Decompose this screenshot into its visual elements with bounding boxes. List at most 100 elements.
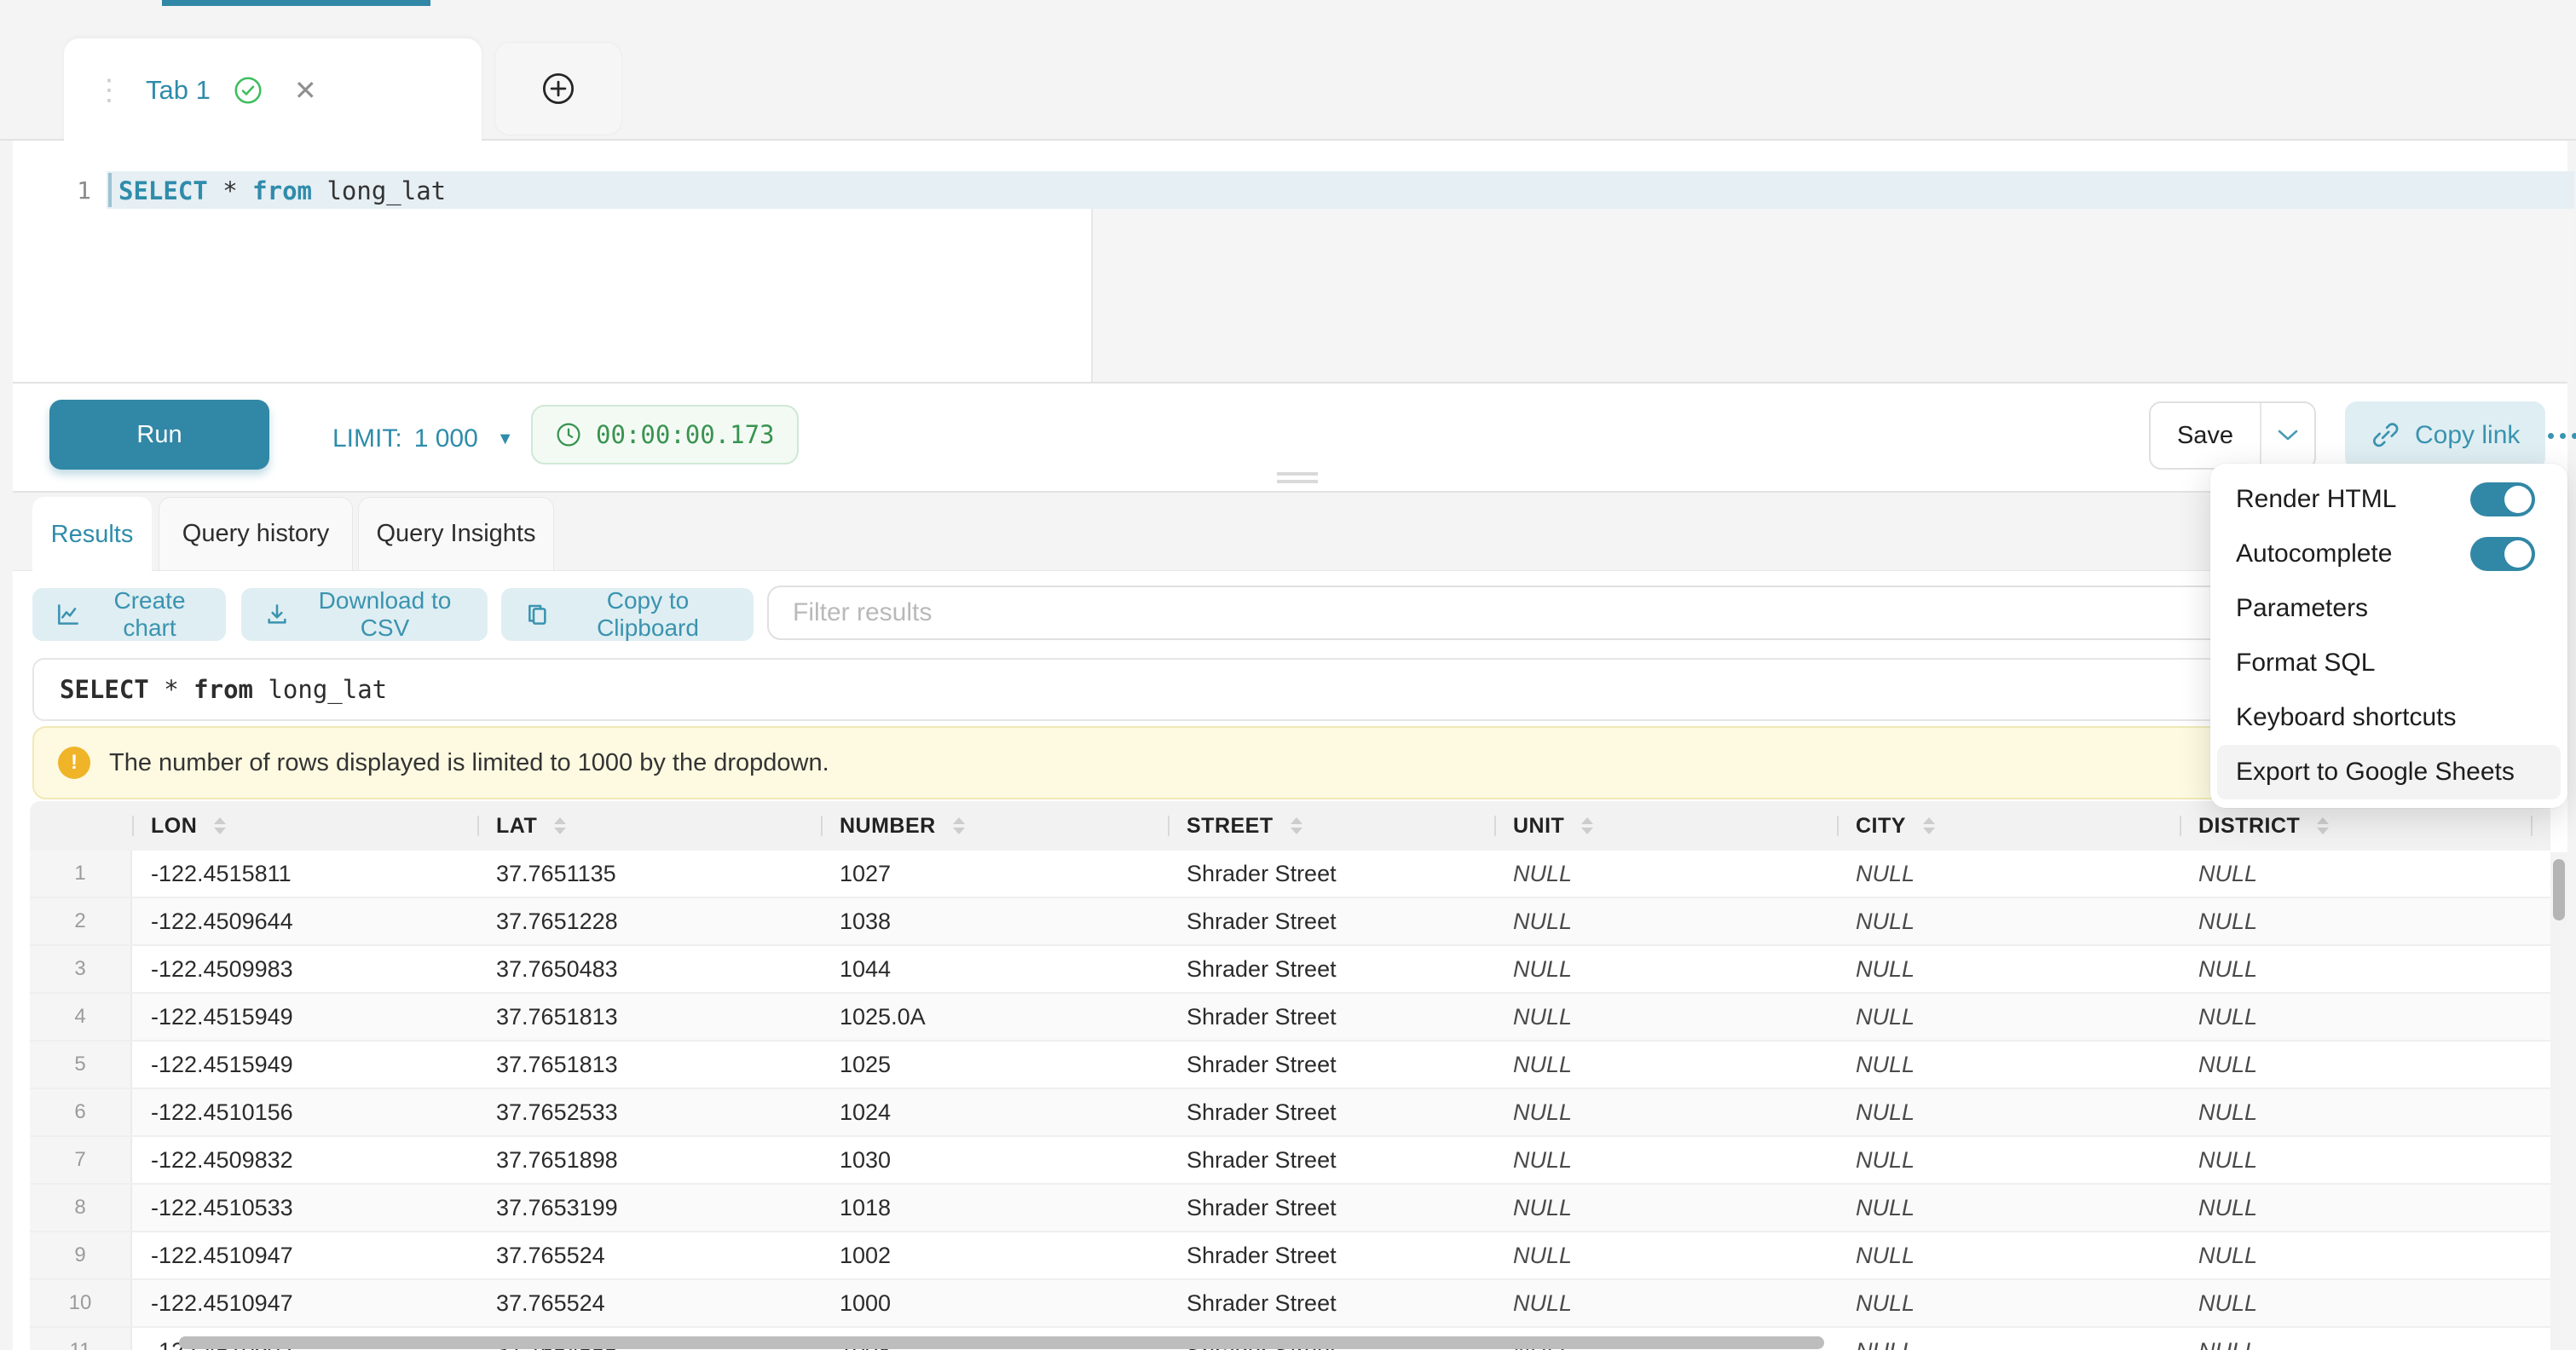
- create-chart-button[interactable]: Create chart: [32, 588, 226, 641]
- menu-item-render-html[interactable]: Render HTML: [2217, 472, 2561, 527]
- horizontal-scrollbar-thumb[interactable]: [179, 1336, 1824, 1349]
- sort-icon[interactable]: [214, 817, 226, 834]
- clock-icon: [555, 421, 582, 448]
- table-cell: Shrader Street: [1168, 1185, 1494, 1231]
- plus-circle-icon: [540, 71, 576, 107]
- table-cell: NULL: [2180, 994, 2531, 1040]
- render-html-toggle[interactable]: [2470, 482, 2535, 516]
- column-label: STREET: [1187, 814, 1274, 839]
- sort-icon[interactable]: [1581, 817, 1593, 834]
- tab-label: Tab 1: [146, 75, 211, 106]
- tab-query-insights[interactable]: Query Insights: [358, 497, 554, 570]
- menu-item-label: Keyboard shortcuts: [2236, 703, 2456, 732]
- table-cell: 37.7652533: [477, 1089, 821, 1135]
- column-header-unit[interactable]: UNIT: [1494, 801, 1837, 851]
- menu-item-export-google-sheets[interactable]: Export to Google Sheets: [2217, 745, 2561, 799]
- row-number: 3: [30, 946, 132, 992]
- column-header-number[interactable]: NUMBER: [821, 801, 1168, 851]
- table-cell: 1002: [821, 1232, 1168, 1278]
- table-cell: Shrader Street: [1168, 898, 1494, 944]
- table-cell: 1027: [821, 851, 1168, 897]
- table-cell: NULL: [2531, 946, 2550, 992]
- limit-label: LIMIT:: [332, 424, 402, 453]
- table-cell: Shrader Street: [1168, 946, 1494, 992]
- sql-editor[interactable]: 1 SELECT * from long_lat: [13, 141, 2567, 382]
- column-header-lon[interactable]: LON: [132, 801, 477, 851]
- table-cell: NULL: [1494, 994, 1837, 1040]
- table-cell: -122.4515949: [132, 994, 477, 1040]
- run-button[interactable]: Run: [49, 400, 269, 470]
- table-cell: 1044: [821, 946, 1168, 992]
- column-header-district[interactable]: DISTRICT: [2180, 801, 2531, 851]
- table-cell: NULL: [2531, 1089, 2550, 1135]
- limit-dropdown[interactable]: LIMIT: 1 000 ▼: [332, 384, 514, 494]
- sql-operator: *: [208, 176, 252, 205]
- limit-value: 1 000: [414, 424, 478, 453]
- table-cell: -122.4509644: [132, 898, 477, 944]
- menu-item-label: Parameters: [2236, 594, 2368, 623]
- table-cell: 1018: [821, 1185, 1168, 1231]
- tab-query-history[interactable]: Query history: [159, 497, 353, 570]
- table-cell: Shrader Street: [1168, 1137, 1494, 1183]
- table-cell: 37.7650483: [477, 946, 821, 992]
- tab-tab1[interactable]: ⋮ Tab 1 ✕: [64, 38, 482, 142]
- table-cell: NULL: [2180, 1328, 2531, 1350]
- table-cell: NULL: [1494, 1280, 1837, 1326]
- sort-icon[interactable]: [1291, 817, 1302, 834]
- column-header-street[interactable]: STREET: [1168, 801, 1494, 851]
- table-cell: NULL: [1837, 1041, 2180, 1088]
- column-label: UNIT: [1513, 814, 1564, 839]
- menu-item-format-sql[interactable]: Format SQL: [2217, 636, 2561, 690]
- table-cell: NULL: [2531, 994, 2550, 1040]
- row-number: 9: [30, 1232, 132, 1278]
- tab-query-insights-label: Query Insights: [377, 520, 536, 548]
- column-header-city[interactable]: CITY: [1837, 801, 2180, 851]
- row-number: 7: [30, 1137, 132, 1183]
- table-cell: Shrader Street: [1168, 851, 1494, 897]
- code-line-1[interactable]: SELECT * from long_lat: [118, 176, 446, 205]
- copy-to-clipboard-button[interactable]: Copy to Clipboard: [501, 588, 754, 641]
- table-cell: NULL: [1837, 1232, 2180, 1278]
- column-label: DISTRICT: [2198, 814, 2300, 839]
- table-cell: Shrader Street: [1168, 1089, 1494, 1135]
- table-cell: NULL: [1494, 851, 1837, 897]
- save-button[interactable]: Save: [2151, 403, 2260, 468]
- sort-icon[interactable]: [554, 817, 566, 834]
- table-cell: NULL: [1494, 1185, 1837, 1231]
- sort-icon[interactable]: [1923, 817, 1935, 834]
- table-cell: Shrader Street: [1168, 1232, 1494, 1278]
- close-icon[interactable]: ✕: [294, 74, 317, 107]
- row-number: 6: [30, 1089, 132, 1135]
- table-cell: 37.7653199: [477, 1185, 821, 1231]
- menu-item-parameters[interactable]: Parameters: [2217, 581, 2561, 636]
- menu-item-autocomplete[interactable]: Autocomplete: [2217, 527, 2561, 581]
- row-number: 11: [30, 1328, 132, 1350]
- row-number: 8: [30, 1185, 132, 1231]
- save-options-button[interactable]: [2260, 403, 2314, 468]
- sort-icon[interactable]: [2317, 817, 2329, 834]
- table-cell: NULL: [1494, 1137, 1837, 1183]
- pane-resize-handle[interactable]: [1277, 472, 1318, 486]
- autocomplete-toggle[interactable]: [2470, 537, 2535, 571]
- table-cell: NULL: [1837, 1185, 2180, 1231]
- drag-grip-icon[interactable]: ⋮: [95, 76, 124, 105]
- sql-summary-bar[interactable]: SELECT * from long_lat: [32, 658, 2567, 721]
- table-cell: NULL: [2531, 1280, 2550, 1326]
- copy-link-button[interactable]: Copy link: [2345, 401, 2545, 470]
- more-options-button[interactable]: [2539, 414, 2576, 457]
- sort-icon[interactable]: [953, 817, 965, 834]
- menu-item-keyboard-shortcuts[interactable]: Keyboard shortcuts: [2217, 690, 2561, 745]
- row-number: 10: [30, 1280, 132, 1326]
- sql-identifier: long_lat: [312, 176, 446, 205]
- table-row: 5-122.451594937.76518131025Shrader Stree…: [30, 1041, 2550, 1089]
- table-cell: 37.7651898: [477, 1137, 821, 1183]
- column-header-lat[interactable]: LAT: [477, 801, 821, 851]
- tab-results[interactable]: Results: [32, 497, 152, 572]
- row-limit-warning-banner: ! The number of rows displayed is limite…: [32, 726, 2567, 799]
- column-header-re[interactable]: RE: [2531, 801, 2550, 851]
- line-chart-icon: [55, 601, 82, 628]
- sql-keyword: SELECT: [118, 176, 208, 205]
- vertical-scrollbar-thumb[interactable]: [2553, 859, 2565, 920]
- download-csv-button[interactable]: Download to CSV: [241, 588, 488, 641]
- add-tab-button[interactable]: [494, 42, 622, 136]
